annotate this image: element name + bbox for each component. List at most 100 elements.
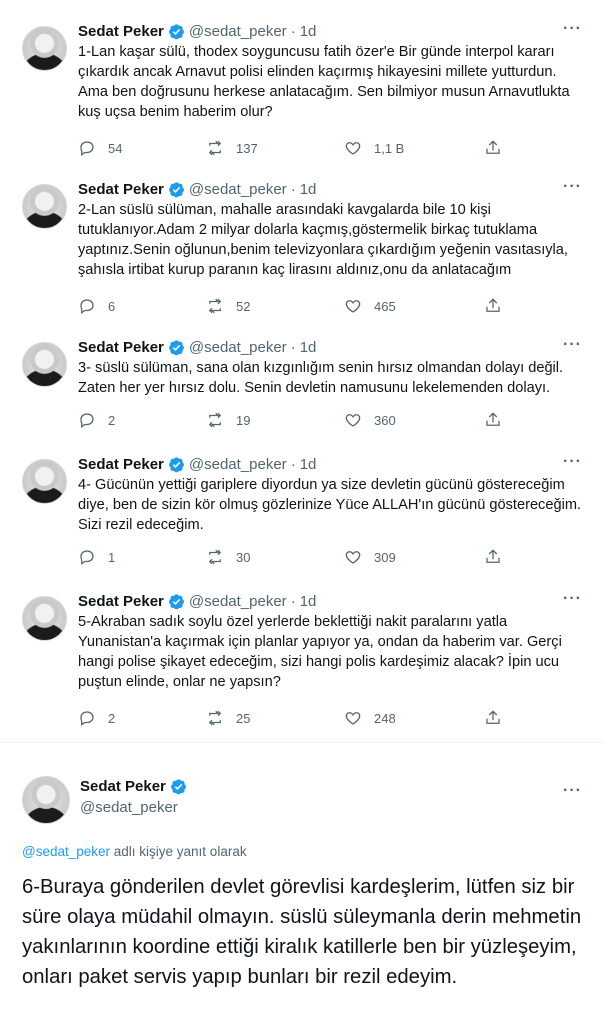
reply-button[interactable]: 6 [78, 296, 115, 316]
avatar[interactable] [22, 184, 67, 229]
reply-count: 1 [108, 549, 116, 565]
author-handle[interactable]: @sedat_peker [189, 23, 287, 40]
retweet-button[interactable]: 52 [206, 296, 250, 316]
tweet-text: 3- süslü sülüman, sana olan kızgınlığım … [78, 360, 564, 396]
author-handle[interactable]: @sedat_peker [189, 456, 287, 473]
like-icon [345, 300, 361, 313]
main-tweet-text: 6-Buraya gönderilen devlet görevlisi kar… [22, 876, 582, 988]
share-button[interactable] [484, 708, 502, 728]
retweet-count: 25 [236, 710, 251, 726]
main-tweet-header: Sedat Peker @sedat_peker [80, 778, 191, 816]
tweet-text: 1-Lan kaşar sülü, thodex soyguncusu fati… [78, 44, 570, 120]
reply-icon [80, 413, 94, 429]
author-name[interactable]: Sedat Peker [78, 181, 164, 198]
share-icon [486, 412, 500, 426]
avatar[interactable] [22, 342, 67, 387]
reply-icon [80, 550, 94, 566]
reply-count: 6 [108, 298, 116, 314]
retweet-button[interactable]: 25 [206, 708, 250, 728]
author-name[interactable]: Sedat Peker [80, 778, 166, 795]
author-name[interactable]: Sedat Peker [78, 593, 164, 610]
tweet-time[interactable]: 1d [300, 181, 317, 198]
verified-badge-icon [168, 456, 184, 472]
more-options-icon[interactable]: ··· [563, 453, 582, 471]
retweet-count: 19 [236, 412, 251, 428]
like-button[interactable]: 465 [344, 296, 396, 316]
reply-icon [80, 141, 94, 157]
tweet-header: Sedat Peker @sedat_peker · 1d [78, 336, 316, 358]
more-options-icon[interactable]: ··· [563, 20, 582, 38]
reply-button[interactable]: 2 [78, 708, 115, 728]
tweet-time[interactable]: 1d [300, 339, 317, 356]
divider [0, 742, 604, 764]
tweet-actions: 1 30 309 [78, 547, 508, 567]
reply-count: 2 [108, 412, 116, 428]
tweet-time[interactable]: 1d [300, 23, 317, 40]
retweet-count: 30 [236, 549, 251, 565]
reply-icon [80, 711, 94, 727]
tweet-thread: Sedat Peker @sedat_peker · 1d ··· 1-Lan … [0, 0, 604, 740]
avatar[interactable] [22, 459, 67, 504]
retweet-icon [208, 298, 222, 314]
verified-badge-icon [168, 181, 184, 197]
like-button[interactable]: 309 [344, 547, 396, 567]
reply-count: 54 [108, 140, 123, 156]
author-handle[interactable]: @sedat_peker [80, 799, 191, 816]
tweet-header: Sedat Peker @sedat_peker · 1d [78, 590, 316, 612]
reply-handle-link[interactable]: @sedat_peker [22, 844, 110, 859]
tweet-header: Sedat Peker @sedat_peker · 1d [78, 20, 316, 42]
like-button[interactable]: 360 [344, 410, 396, 430]
like-icon [345, 551, 361, 564]
tweet-header: Sedat Peker @sedat_peker · 1d [78, 178, 316, 200]
share-icon [486, 710, 500, 724]
retweet-icon [208, 140, 222, 156]
tweet-time[interactable]: 1d [300, 456, 317, 473]
retweet-button[interactable]: 137 [206, 138, 258, 158]
author-name[interactable]: Sedat Peker [78, 339, 164, 356]
verified-badge-icon [170, 779, 186, 795]
avatar[interactable] [22, 26, 67, 71]
author-name[interactable]: Sedat Peker [78, 23, 164, 40]
share-icon [486, 549, 500, 563]
tweet-actions: 54 137 1,1 B [78, 138, 508, 158]
retweet-button[interactable]: 19 [206, 410, 250, 430]
avatar[interactable] [22, 596, 67, 641]
author-handle[interactable]: @sedat_peker [189, 181, 287, 198]
author-name[interactable]: Sedat Peker [78, 456, 164, 473]
retweet-button[interactable]: 30 [206, 547, 250, 567]
reply-context: @sedat_peker adlı kişiye yanıt olarak [22, 844, 247, 859]
share-icon [486, 140, 500, 154]
share-button[interactable] [484, 547, 502, 567]
separator-dot: · [290, 455, 296, 473]
tweet-text: 4- Gücünün yettiği gariplere diyordun ya… [78, 477, 582, 533]
more-options-icon[interactable]: ··· [563, 782, 582, 800]
share-button[interactable] [484, 296, 502, 316]
retweet-count: 137 [236, 140, 258, 156]
share-button[interactable] [484, 138, 502, 158]
like-count: 309 [374, 549, 396, 565]
author-handle[interactable]: @sedat_peker [189, 593, 287, 610]
retweet-count: 52 [236, 298, 251, 314]
retweet-icon [208, 710, 222, 726]
more-options-icon[interactable]: ··· [563, 178, 582, 196]
more-options-icon[interactable]: ··· [563, 336, 582, 354]
separator-dot: · [290, 180, 296, 198]
reply-button[interactable]: 54 [78, 138, 122, 158]
author-handle[interactable]: @sedat_peker [189, 339, 287, 356]
reply-context-text: adlı kişiye yanıt olarak [110, 844, 247, 859]
reply-count: 2 [108, 710, 116, 726]
tweet-actions: 2 25 248 [78, 708, 508, 728]
more-options-icon[interactable]: ··· [563, 590, 582, 608]
tweet-actions: 6 52 465 [78, 296, 508, 316]
avatar[interactable] [22, 776, 70, 824]
reply-button[interactable]: 2 [78, 410, 115, 430]
share-button[interactable] [484, 410, 502, 430]
like-button[interactable]: 1,1 B [344, 138, 404, 158]
main-tweet: Sedat Peker @sedat_peker ··· @sedat_peke… [0, 764, 604, 1024]
reply-button[interactable]: 1 [78, 547, 115, 567]
retweet-icon [208, 549, 222, 565]
like-button[interactable]: 248 [344, 708, 396, 728]
like-icon [345, 142, 361, 155]
tweet-time[interactable]: 1d [300, 593, 317, 610]
tweet-text: 2-Lan süslü sülüman, mahalle arasındaki … [78, 202, 568, 278]
